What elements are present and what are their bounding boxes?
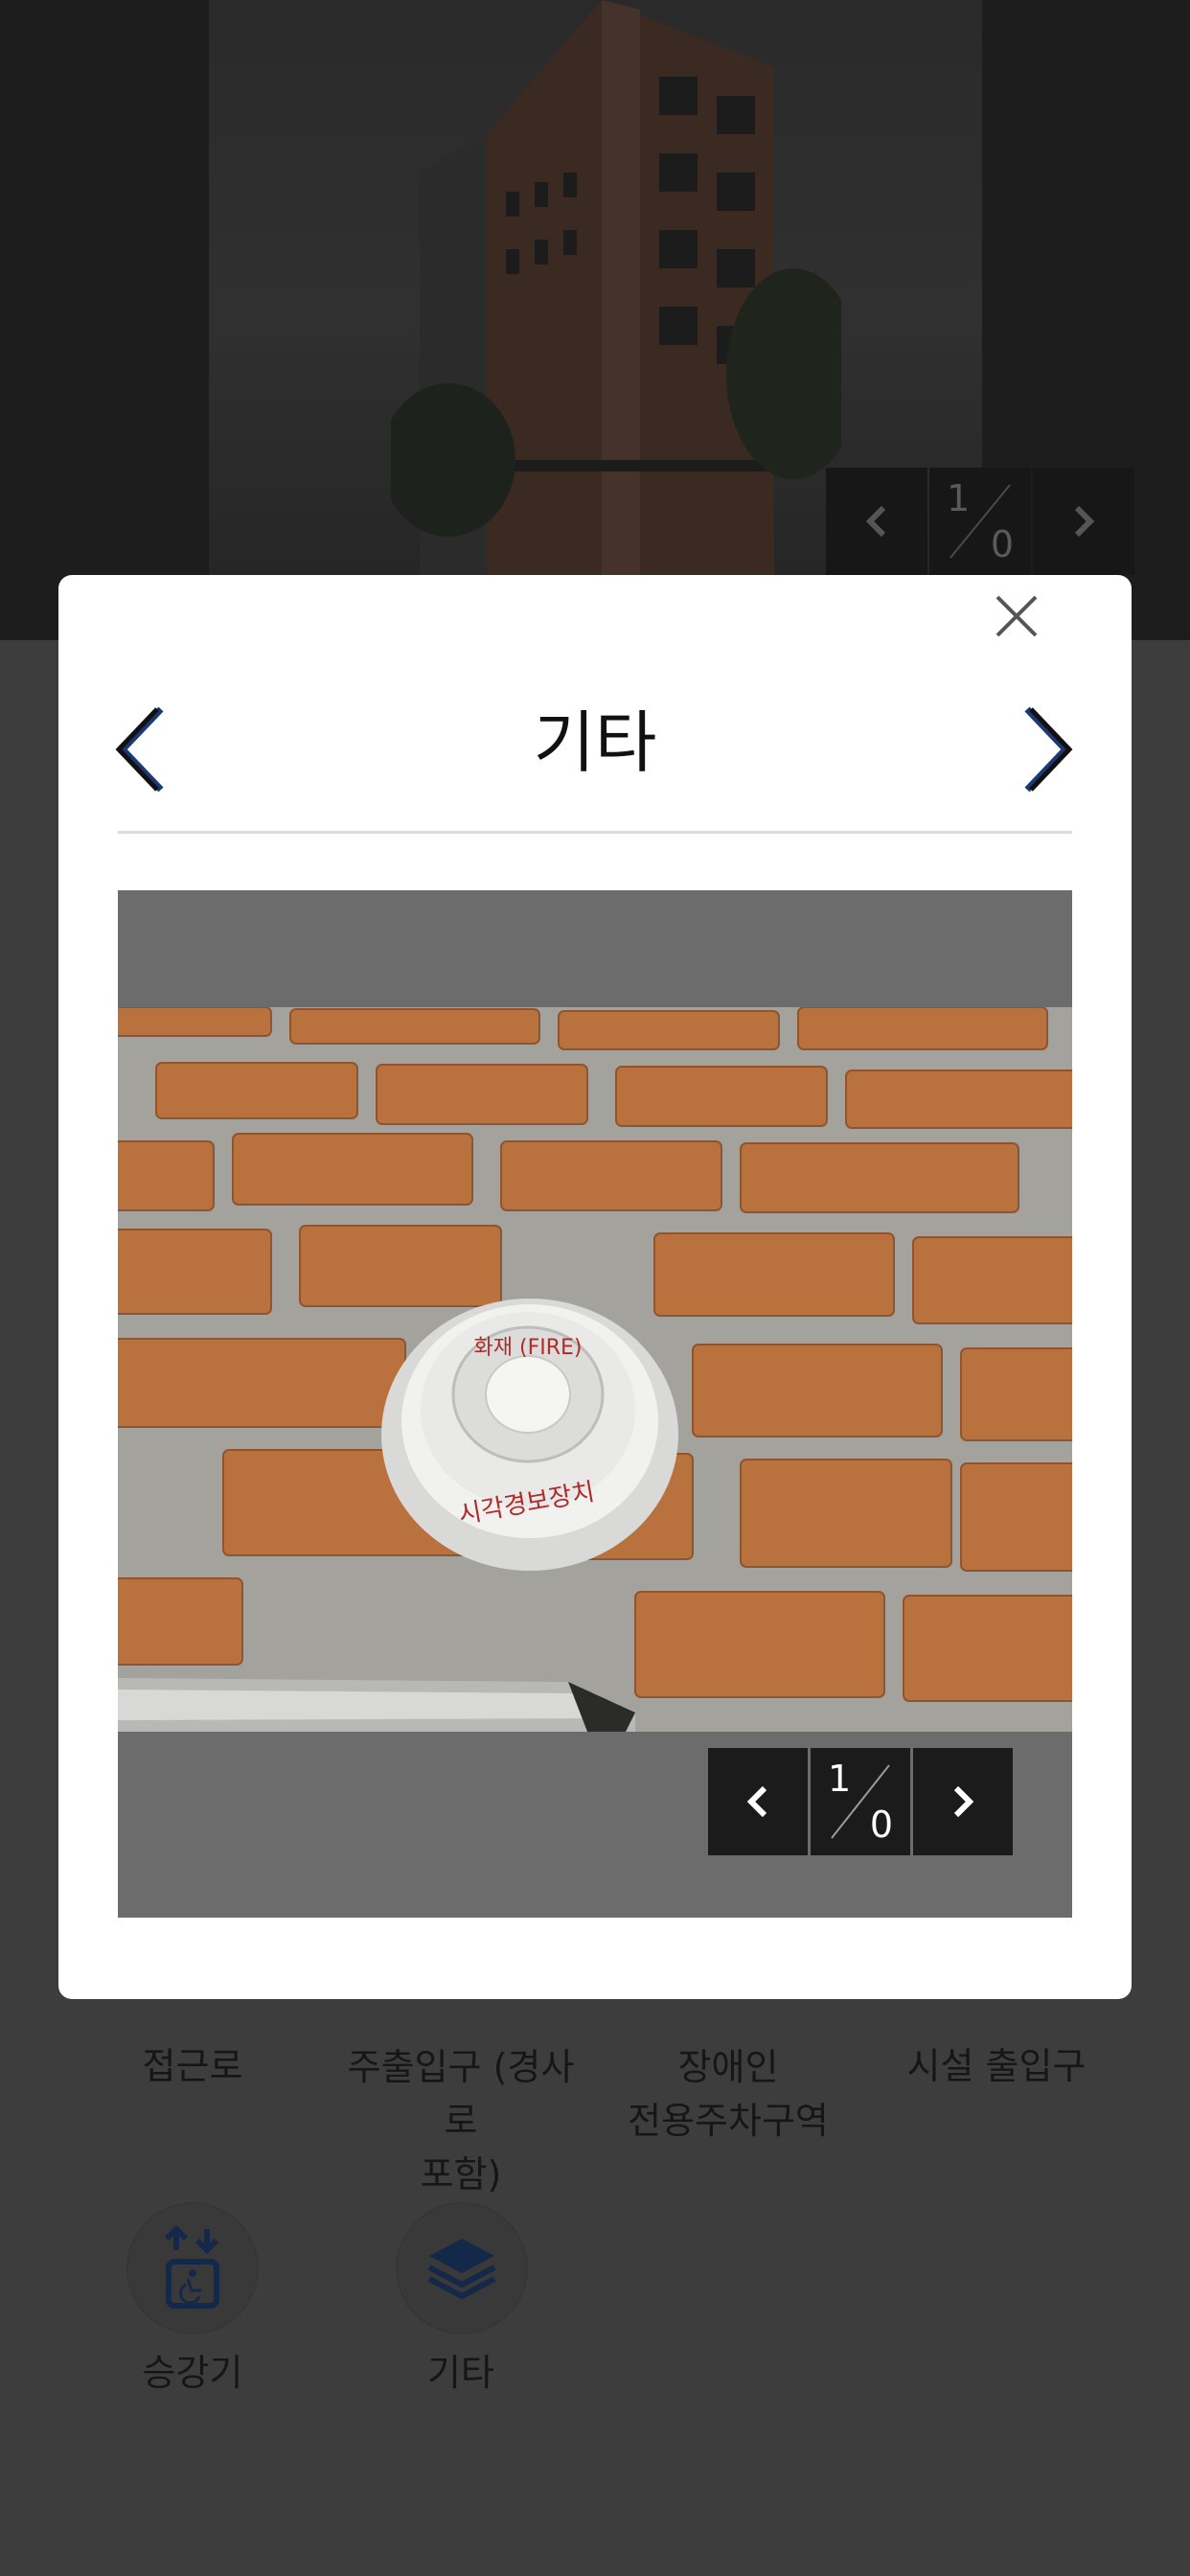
modal-next-category-button[interactable] (1018, 703, 1075, 795)
category-elevator[interactable]: 승강기 (78, 2346, 308, 2400)
fire-alarm-photo: 화재 (FIRE) 시각경보장치 (118, 1007, 1072, 1732)
layers-icon (427, 2239, 496, 2300)
chevron-right-icon (1074, 505, 1095, 538)
other-category-icon[interactable] (396, 2202, 528, 2334)
hero-prev-button[interactable] (826, 468, 927, 575)
category-label: 시설 출입구 (906, 2045, 1087, 2087)
category-label: 기타 (427, 2352, 494, 2394)
slash-divider (950, 484, 1011, 559)
viewer-total-pages: 0 (869, 1804, 893, 1846)
category-main-entrance[interactable]: 주출입구 (경사로 포함) (346, 1987, 576, 2201)
hero-page-indicator: 1 0 (929, 468, 1031, 575)
hero-gallery: 1 0 (0, 0, 1190, 640)
viewer-next-button[interactable] (913, 1748, 1013, 1855)
building-illustration (391, 0, 841, 575)
category-label: 접근로 (142, 2045, 243, 2087)
category-access-route[interactable]: 접근로 (78, 2039, 308, 2093)
slash-divider (831, 1764, 890, 1839)
chevron-right-icon (1024, 706, 1073, 793)
elevator-category-icon[interactable] (126, 2202, 259, 2334)
category-accessible-parking[interactable]: 장애인 전용주차구역 (613, 1987, 843, 2148)
chevron-left-icon (865, 505, 886, 538)
viewer-prev-button[interactable] (708, 1748, 808, 1855)
category-facility-entrance[interactable]: 시설 출입구 (881, 2039, 1111, 2093)
viewer-page-indicator: 1 0 (811, 1748, 910, 1855)
photo-viewer: 화재 (FIRE) 시각경보장치 1 0 (118, 890, 1072, 1918)
hero-image-counter: 1 0 (826, 468, 1134, 575)
title-divider (118, 831, 1072, 834)
category-label: 승강기 (142, 2352, 243, 2394)
brick-wall-image: 화재 (FIRE) 시각경보장치 (118, 1007, 1072, 1732)
hero-next-button[interactable] (1033, 468, 1134, 575)
hero-total-pages: 0 (990, 523, 1014, 565)
elevator-icon (164, 2225, 219, 2309)
close-button[interactable] (987, 586, 1046, 646)
viewer-image-counter: 1 0 (708, 1748, 1013, 1855)
chevron-left-icon (746, 1785, 767, 1818)
category-other[interactable]: 기타 (346, 2346, 576, 2400)
alarm-label-top: 화재 (FIRE) (474, 1336, 583, 1360)
chevron-right-icon (953, 1785, 974, 1818)
modal-title: 기타 (533, 703, 657, 782)
close-icon (995, 595, 1038, 637)
category-label: 장애인 전용주차구역 (628, 2046, 829, 2142)
category-label: 주출입구 (경사로 포함) (347, 2046, 575, 2196)
